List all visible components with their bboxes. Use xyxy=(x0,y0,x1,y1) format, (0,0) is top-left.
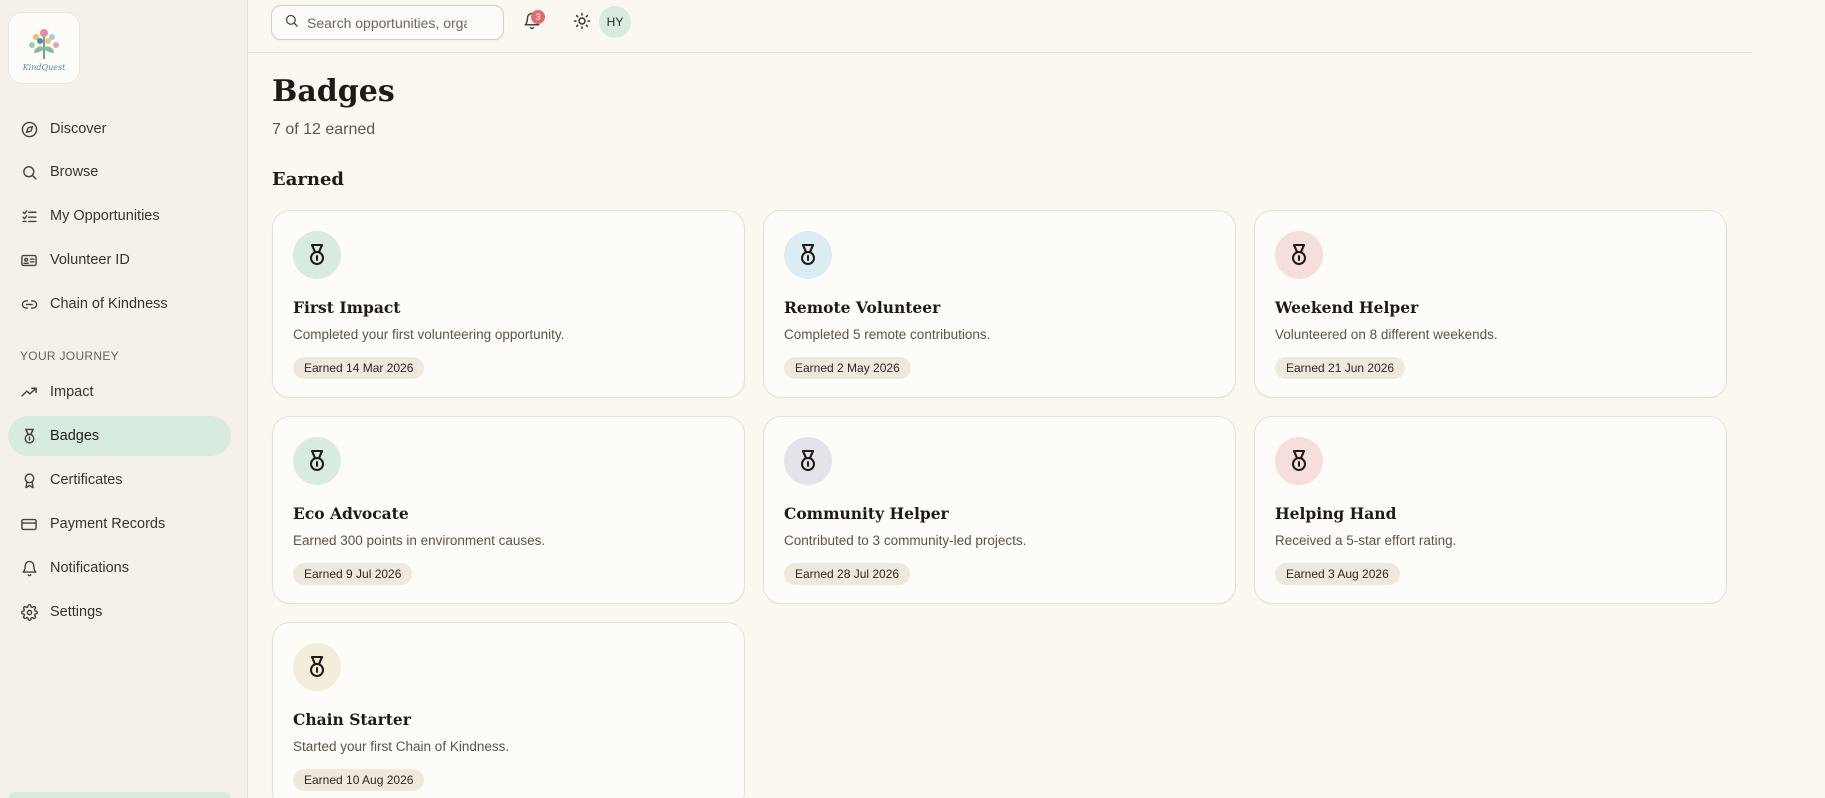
badge-card[interactable]: Chain Starter Started your first Chain o… xyxy=(272,622,745,798)
badge-card[interactable]: Eco Advocate Earned 300 points in enviro… xyxy=(272,416,745,604)
search-input[interactable] xyxy=(307,14,467,31)
badge-earned-date: Earned 28 Jul 2026 xyxy=(784,563,911,585)
badge-description: Started your first Chain of Kindness. xyxy=(293,739,510,754)
badge-earned-date: Earned 21 Jun 2026 xyxy=(1275,357,1406,379)
sidebar-item-label: Payment Records xyxy=(50,516,166,532)
badge-card[interactable]: First Impact Completed your first volunt… xyxy=(272,210,745,398)
sidebar-item-label: Impact xyxy=(50,384,94,400)
sun-icon xyxy=(573,12,591,30)
sidebar-item-label: Chain of Kindness xyxy=(50,296,168,312)
section-title-earned: Earned xyxy=(272,169,344,190)
badges-grid: First Impact Completed your first volunt… xyxy=(272,210,1727,798)
search-box[interactable] xyxy=(271,5,504,40)
trending-up-icon xyxy=(20,383,38,401)
medal-icon xyxy=(293,231,341,279)
gear-icon xyxy=(20,603,38,621)
sidebar-item-label: Volunteer ID xyxy=(50,252,130,268)
badge-title: Eco Advocate xyxy=(293,504,409,523)
medal-icon xyxy=(293,643,341,691)
sidebar-item-label: Notifications xyxy=(50,560,129,576)
badge-description: Earned 300 points in environment causes. xyxy=(293,533,546,548)
section-label-your-journey: YOUR JOURNEY xyxy=(20,349,119,363)
medal-icon xyxy=(20,427,38,445)
sidebar-item-volunteer-id[interactable]: Volunteer ID xyxy=(8,240,231,280)
compass-icon xyxy=(20,120,38,138)
sidebar-item-browse[interactable]: Browse xyxy=(8,152,231,192)
medal-icon xyxy=(784,437,832,485)
id-card-icon xyxy=(20,251,38,269)
badge-earned-date: Earned 14 Mar 2026 xyxy=(293,357,425,379)
app-root: KindQuest Discover Browse My Opportuniti… xyxy=(0,0,1825,798)
page-title: Badges xyxy=(272,74,395,109)
sidebar-item-badges[interactable]: Badges xyxy=(8,416,231,456)
badge-title: First Impact xyxy=(293,298,401,317)
notification-count-badge: 3 xyxy=(531,10,545,24)
sidebar-item-chain-of-kindness[interactable]: Chain of Kindness xyxy=(8,284,231,324)
search-icon xyxy=(284,13,299,33)
badge-description: Completed 5 remote contributions. xyxy=(784,327,991,342)
sidebar-item-label: My Opportunities xyxy=(50,208,160,224)
sidebar-item-discover[interactable]: Discover xyxy=(8,109,231,149)
medal-icon xyxy=(1275,437,1323,485)
sidebar-bottom-card[interactable] xyxy=(8,792,231,798)
badge-title: Remote Volunteer xyxy=(784,298,941,317)
sidebar-item-label: Badges xyxy=(50,428,100,444)
badge-title: Chain Starter xyxy=(293,710,411,729)
sidebar-item-notifications[interactable]: Notifications xyxy=(8,548,231,588)
sidebar-item-certificates[interactable]: Certificates xyxy=(8,460,231,500)
logo-text: KindQuest xyxy=(22,62,66,72)
user-avatar[interactable]: HY xyxy=(599,6,631,38)
badge-description: Received a 5-star effort rating. xyxy=(1275,533,1457,548)
badge-card[interactable]: Community Helper Contributed to 3 commun… xyxy=(763,416,1236,604)
badge-earned-date: Earned 3 Aug 2026 xyxy=(1275,563,1400,585)
sidebar-item-impact[interactable]: Impact xyxy=(8,372,231,412)
sidebar: KindQuest Discover Browse My Opportuniti… xyxy=(0,0,248,798)
badge-title: Weekend Helper xyxy=(1275,298,1419,317)
badge-earned-date: Earned 10 Aug 2026 xyxy=(293,769,425,791)
search-icon xyxy=(20,163,38,181)
page-subtitle: 7 of 12 earned xyxy=(272,121,376,138)
app-logo[interactable]: KindQuest xyxy=(8,12,80,84)
badge-description: Contributed to 3 community-led projects. xyxy=(784,533,1027,548)
badge-card[interactable]: Weekend Helper Volunteered on 8 differen… xyxy=(1254,210,1727,398)
badge-description: Completed your first volunteering opport… xyxy=(293,327,565,342)
sidebar-item-settings[interactable]: Settings xyxy=(8,592,231,632)
sidebar-item-my-opportunities[interactable]: My Opportunities xyxy=(8,196,231,236)
sidebar-item-label: Browse xyxy=(50,164,99,180)
medal-icon xyxy=(293,437,341,485)
badge-title: Community Helper xyxy=(784,504,949,523)
checklist-icon xyxy=(20,207,38,225)
badge-card[interactable]: Remote Volunteer Completed 5 remote cont… xyxy=(763,210,1236,398)
award-icon xyxy=(20,471,38,489)
credit-card-icon xyxy=(20,515,38,533)
sidebar-item-label: Settings xyxy=(50,604,103,620)
topbar: 3 HY xyxy=(248,0,1752,53)
link-icon xyxy=(20,295,38,313)
theme-toggle-button[interactable] xyxy=(573,12,593,32)
logo-flower-icon xyxy=(29,28,59,59)
sidebar-item-payment-records[interactable]: Payment Records xyxy=(8,504,231,544)
sidebar-item-label: Discover xyxy=(50,121,107,137)
medal-icon xyxy=(1275,231,1323,279)
badge-description: Volunteered on 8 different weekends. xyxy=(1275,327,1498,342)
badge-earned-date: Earned 2 May 2026 xyxy=(784,357,911,379)
badge-card[interactable]: Helping Hand Received a 5-star effort ra… xyxy=(1254,416,1727,604)
sidebar-item-label: Certificates xyxy=(50,472,123,488)
medal-icon xyxy=(784,231,832,279)
bell-icon xyxy=(20,559,38,577)
badge-earned-date: Earned 9 Jul 2026 xyxy=(293,563,413,585)
badge-title: Helping Hand xyxy=(1275,504,1397,523)
